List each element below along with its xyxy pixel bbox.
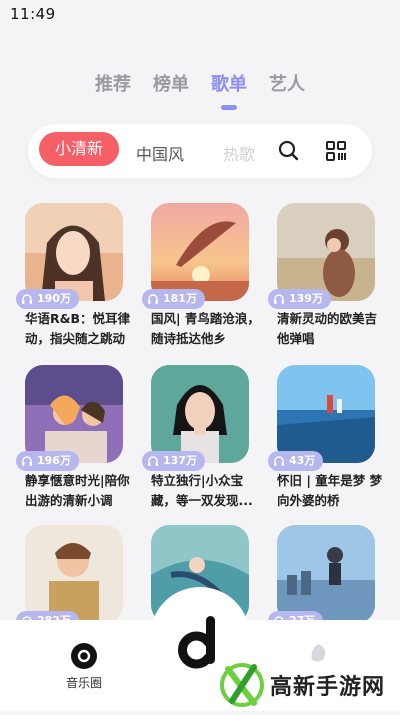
music-circle-icon (71, 643, 97, 669)
play-count: 43万 (289, 454, 316, 467)
playlist-cover[interactable] (277, 203, 375, 301)
playlist-cover[interactable] (25, 203, 123, 301)
play-count: 181万 (163, 292, 197, 305)
headphones-icon (274, 456, 284, 466)
app-logo-icon (178, 616, 215, 669)
watermark-logo-icon (220, 663, 264, 707)
watermark-text: 高新手游网 (270, 675, 386, 700)
play-count-badge: 139万 (268, 289, 331, 309)
playlist-cover[interactable] (277, 365, 375, 463)
playlist-cover[interactable] (151, 365, 249, 463)
headphones-icon (22, 294, 32, 304)
headphones-icon (148, 294, 158, 304)
play-count: 196万 (37, 454, 71, 467)
playlist-title[interactable]: 怀旧 | 童年是梦 梦向外婆的桥 (277, 471, 387, 511)
playlist-cover[interactable] (25, 365, 123, 463)
play-count-badge: 196万 (16, 451, 79, 471)
nav-label-music-circle: 音乐圈 (65, 676, 102, 690)
watermark: 高新手游网 (218, 655, 398, 711)
play-count-badge: 137万 (142, 451, 205, 471)
playlist-title[interactable]: 静享惬意时光|陪你出游的清新小调 (25, 471, 135, 511)
nav-home[interactable] (176, 614, 222, 678)
headphones-icon (22, 456, 32, 466)
playlist-title[interactable]: 国风| 青鸟踏沧浪，随诗抵达他乡 (151, 309, 261, 349)
play-count: 137万 (163, 454, 197, 467)
playlist-title[interactable]: 清新灵动的欧美吉他弹唱 (277, 309, 387, 349)
playlist-cover[interactable] (277, 525, 375, 623)
play-count-badge: 43万 (268, 451, 324, 471)
nav-music-circle[interactable]: 音乐圈 (62, 642, 106, 691)
headphones-icon (274, 294, 284, 304)
playlist-cover[interactable] (25, 525, 123, 623)
play-count-badge: 181万 (142, 289, 205, 309)
playlist-cover[interactable] (151, 203, 249, 301)
headphones-icon (148, 456, 158, 466)
play-count: 139万 (289, 292, 323, 305)
playlist-title[interactable]: 华语R&B：悦耳律动，指尖随之跳动 (25, 309, 135, 349)
play-count-badge: 190万 (16, 289, 79, 309)
play-count: 190万 (37, 292, 71, 305)
playlist-title[interactable]: 特立独行|小众宝藏，等一双发现... (151, 471, 261, 511)
